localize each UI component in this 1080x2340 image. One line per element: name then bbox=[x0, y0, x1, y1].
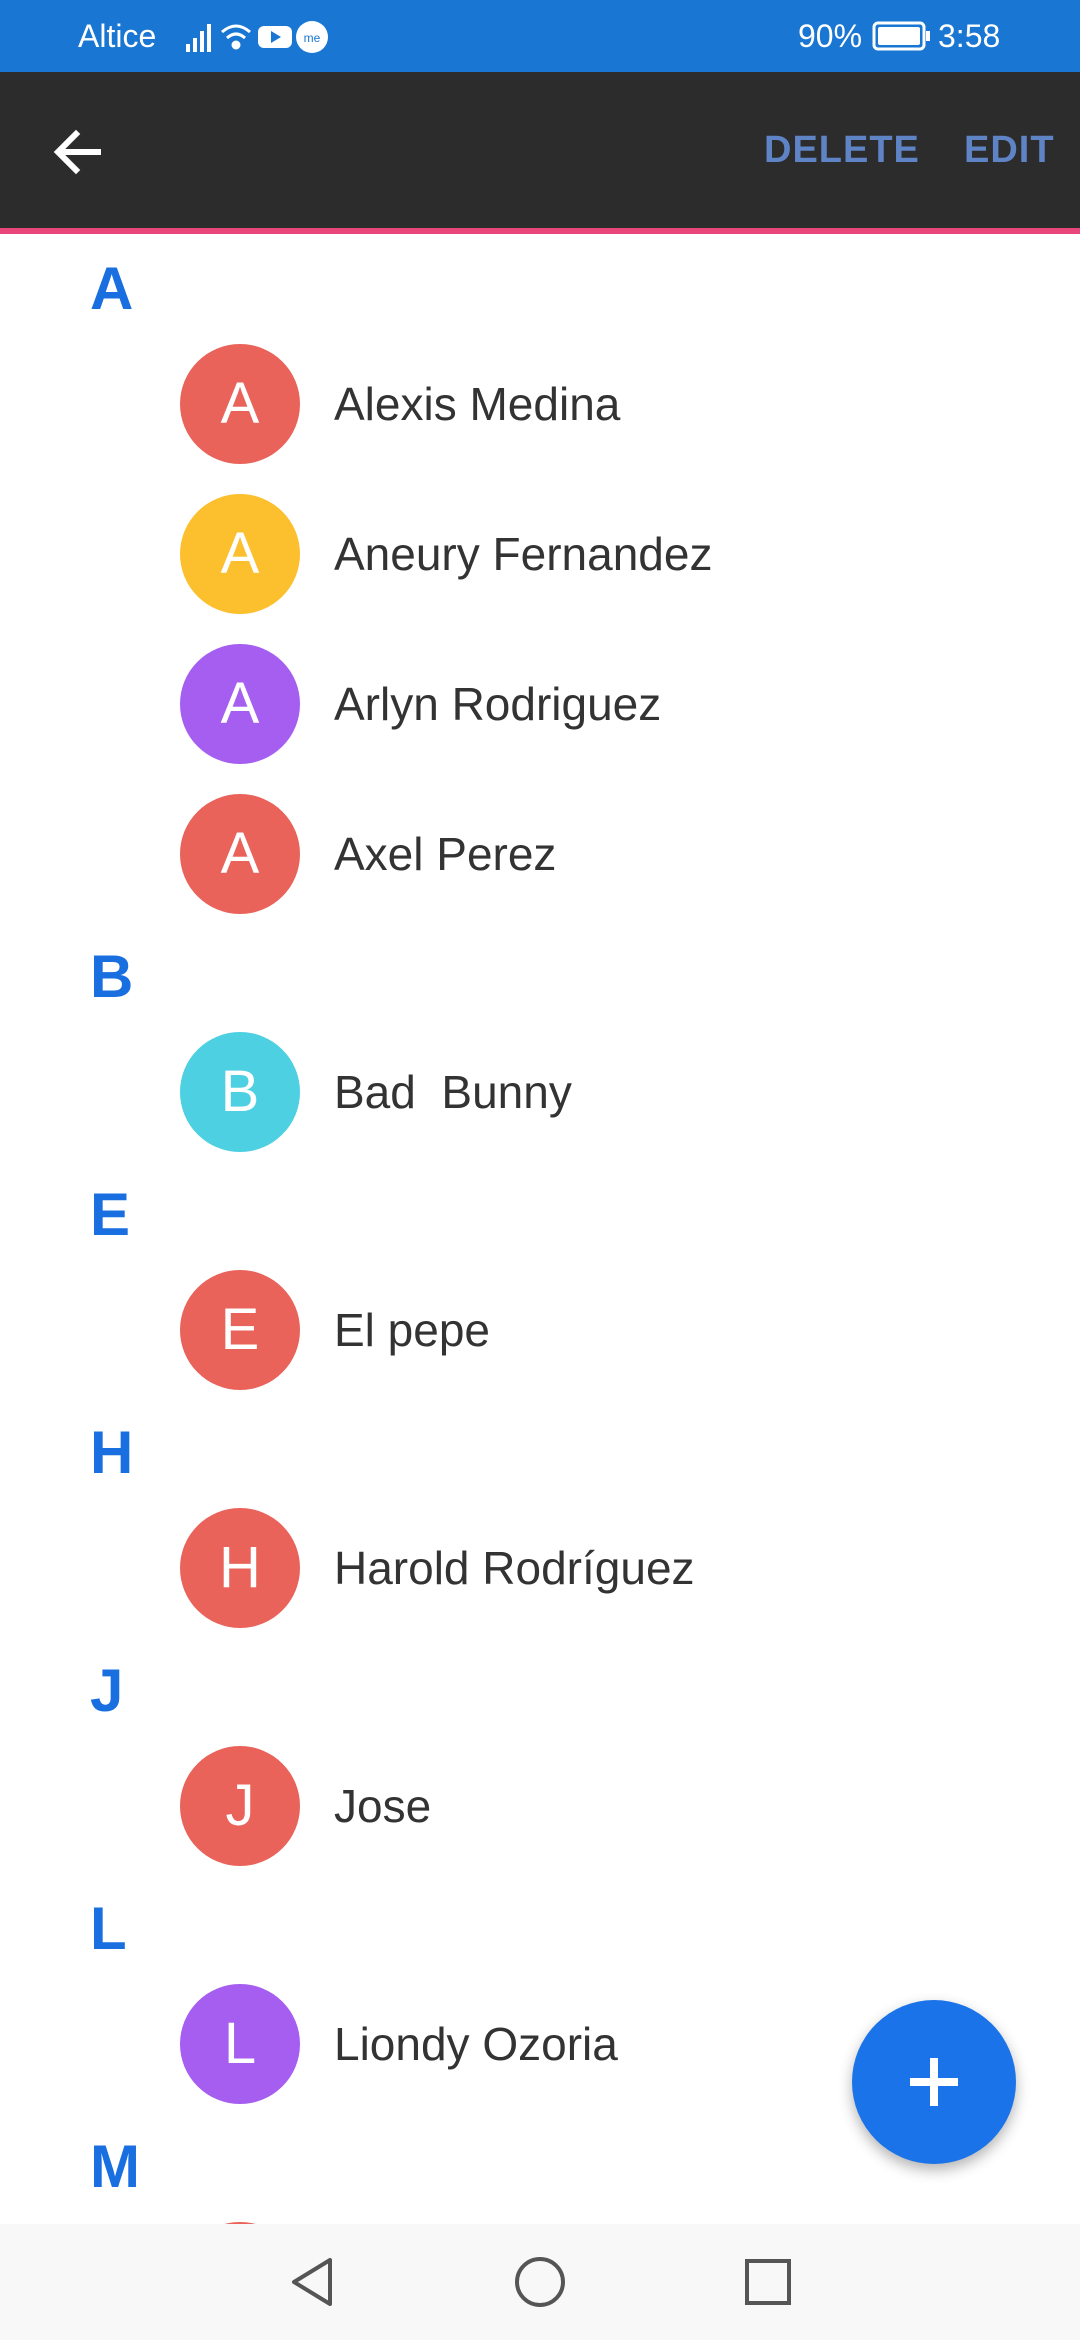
notification-icon: me bbox=[296, 21, 328, 53]
contact-item[interactable]: A Aneury Fernandez bbox=[180, 494, 980, 614]
svg-text:me: me bbox=[304, 31, 321, 45]
contact-name: Harold Rodríguez bbox=[334, 1542, 695, 1594]
status-icons: me bbox=[186, 21, 328, 53]
avatar: A bbox=[180, 644, 300, 764]
avatar: B bbox=[180, 1032, 300, 1152]
section-header: M bbox=[90, 2133, 140, 2200]
clock: 3:58 bbox=[938, 18, 1001, 54]
recents-square-icon[interactable] bbox=[738, 2252, 798, 2312]
battery-icon bbox=[872, 21, 930, 51]
contact-item[interactable]: J Jose bbox=[180, 1746, 980, 1866]
section-header: B bbox=[90, 943, 134, 1010]
avatar: A bbox=[180, 794, 300, 914]
section-header: J bbox=[90, 1657, 124, 1724]
avatar: L bbox=[180, 1984, 300, 2104]
contact-item[interactable]: A Alexis Medina bbox=[180, 344, 980, 464]
avatar: H bbox=[180, 1508, 300, 1628]
avatar: J bbox=[180, 1746, 300, 1866]
youtube-icon bbox=[258, 26, 292, 48]
section-header: A bbox=[90, 255, 134, 322]
status-bar: Altice me 90% 3:58 bbox=[0, 0, 1080, 72]
section-header: H bbox=[90, 1419, 134, 1486]
signal-icon bbox=[186, 24, 211, 52]
delete-button[interactable]: DELETE bbox=[764, 72, 920, 228]
edit-button[interactable]: EDIT bbox=[964, 72, 1055, 228]
back-triangle-icon[interactable] bbox=[284, 2252, 344, 2312]
section-header: E bbox=[90, 1181, 131, 1248]
wifi-icon bbox=[221, 24, 251, 50]
avatar: E bbox=[180, 1270, 300, 1390]
add-contact-button[interactable] bbox=[852, 2000, 1016, 2164]
contact-item[interactable]: A Axel Perez bbox=[180, 794, 980, 914]
contact-item[interactable]: A Arlyn Rodriguez bbox=[180, 644, 980, 764]
carrier-name: Altice bbox=[78, 18, 157, 54]
contact-item[interactable]: B Bad Bunny bbox=[180, 1032, 980, 1152]
avatar: A bbox=[180, 494, 300, 614]
home-circle-icon[interactable] bbox=[510, 2252, 570, 2312]
contact-name: Liondy Ozoria bbox=[334, 2018, 618, 2070]
app-bar: DELETE EDIT bbox=[0, 72, 1080, 234]
contact-list[interactable]: A A Alexis Medina A Aneury Fernandez A A… bbox=[0, 234, 1080, 2234]
contact-name: Jose bbox=[334, 1780, 432, 1832]
contact-name: Bad Bunny bbox=[334, 1066, 572, 1118]
contact-item[interactable]: H Harold Rodríguez bbox=[180, 1508, 980, 1628]
system-nav-bar bbox=[0, 2224, 1080, 2340]
contact-name: Aneury Fernandez bbox=[334, 528, 713, 580]
section-header: L bbox=[90, 1895, 127, 1962]
avatar: A bbox=[180, 344, 300, 464]
arrow-left-icon[interactable] bbox=[48, 122, 108, 182]
contact-name: Arlyn Rodriguez bbox=[334, 678, 662, 730]
battery-percent: 90% bbox=[798, 18, 863, 54]
contact-name: Alexis Medina bbox=[334, 378, 621, 430]
contact-name: Axel Perez bbox=[334, 828, 557, 880]
contact-name: El pepe bbox=[334, 1304, 491, 1356]
contact-item[interactable]: E El pepe bbox=[180, 1270, 980, 1390]
